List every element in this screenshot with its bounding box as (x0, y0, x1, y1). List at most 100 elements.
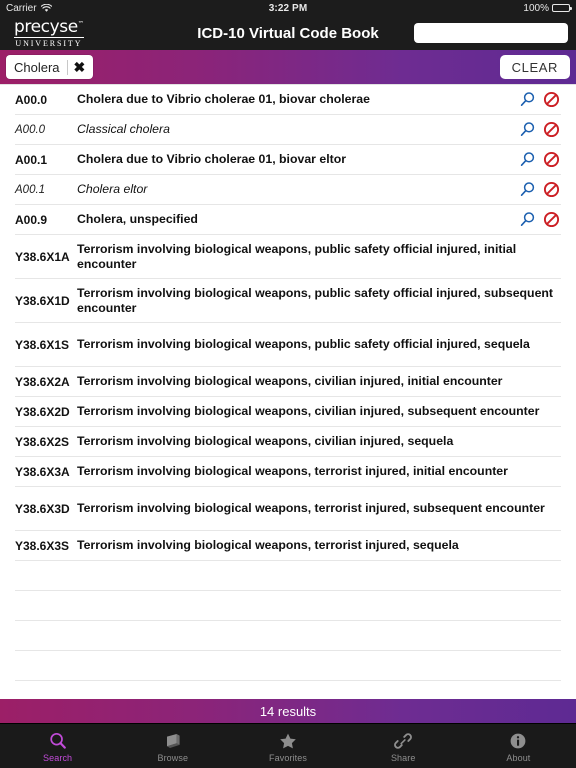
magnifier-icon[interactable] (517, 210, 537, 230)
tab-bar: Search Browse Favorites Share About (0, 723, 576, 768)
row-description: Terrorism involving biological weapons, … (77, 434, 454, 449)
row-description: Terrorism involving biological weapons, … (77, 337, 530, 352)
carrier-label: Carrier (6, 2, 37, 14)
table-row-empty (15, 681, 561, 699)
row-description: Terrorism involving biological weapons, … (77, 374, 503, 389)
status-bar-clock: 3:22 PM (268, 2, 308, 14)
table-row[interactable]: Y38.6X2A Terrorism involving biological w… (15, 367, 561, 397)
table-row[interactable]: A00.9 Cholera, unspecified (15, 205, 561, 235)
row-description: Classical cholera (77, 122, 170, 137)
status-bar-left: Carrier (6, 3, 52, 14)
precyse-university-logo: precyse™ UNIVERSITY (14, 16, 84, 48)
tab-label: About (506, 752, 531, 763)
results-count-bar: 14 results (0, 699, 576, 723)
row-description: Terrorism involving biological weapons, … (77, 464, 508, 479)
search-token-cholera[interactable]: Cholera ✖ (6, 55, 94, 79)
clear-button[interactable]: CLEAR (499, 55, 570, 79)
logo-subtitle: UNIVERSITY (15, 38, 83, 48)
row-code: Y38.6X2A (15, 374, 70, 389)
tab-label: Search (43, 752, 73, 763)
tab-label: Browse (157, 752, 189, 763)
results-count-label: 14 results (259, 703, 317, 719)
status-bar-right: 100% (523, 2, 572, 14)
table-row[interactable]: A00.1 Cholera due to Vibrio cholerae 01, … (15, 145, 561, 175)
row-code: Y38.6X3D (15, 501, 70, 516)
tab-about[interactable]: About (461, 724, 576, 768)
table-row[interactable]: Y38.6X1A Terrorism involving biological w… (15, 235, 561, 279)
prohibited-icon[interactable] (541, 180, 561, 200)
table-row[interactable]: A00.0 Classical cholera (15, 115, 561, 145)
search-input[interactable] (414, 23, 568, 43)
row-description: Terrorism involving biological weapons, … (77, 404, 540, 419)
ios-status-bar: Carrier 3:22 PM 100% (0, 0, 576, 16)
row-actions (517, 90, 561, 110)
table-row[interactable]: Y38.6X2D Terrorism involving biological w… (15, 397, 561, 427)
row-actions (517, 120, 561, 140)
row-code: Y38.6X2D (15, 404, 70, 419)
row-code: A00.0 (15, 92, 48, 107)
nav-bar: precyse™ UNIVERSITY ICD-10 Virtual Code … (0, 16, 576, 50)
tab-favorites[interactable]: Favorites (230, 724, 345, 768)
row-code: Y38.6X1D (15, 293, 70, 308)
row-actions (517, 150, 561, 170)
row-code: A00.1 (15, 152, 48, 167)
row-code: Y38.6X1S (15, 337, 70, 352)
row-description: Terrorism involving biological weapons, … (77, 242, 517, 271)
row-actions (517, 180, 561, 200)
prohibited-icon[interactable] (541, 150, 561, 170)
table-row-empty (15, 561, 561, 591)
tab-share[interactable]: Share (346, 724, 461, 768)
row-description: Terrorism involving biological weapons, … (77, 501, 545, 516)
row-description: Cholera due to Vibrio cholerae 01, biova… (77, 92, 370, 107)
table-row-empty (15, 621, 561, 651)
trademark-icon: ™ (77, 19, 84, 27)
star-icon (278, 730, 298, 752)
table-row[interactable]: Y38.6X1D Terrorism involving biological w… (15, 279, 561, 323)
table-row[interactable]: Y38.6X3D Terrorism involving biological w… (15, 487, 561, 531)
magnifier-icon[interactable] (517, 150, 537, 170)
table-row-empty (15, 591, 561, 621)
magnifier-icon[interactable] (517, 120, 537, 140)
tab-search[interactable]: Search (0, 724, 115, 768)
magnifier-icon[interactable] (517, 180, 537, 200)
tab-label: Favorites (269, 752, 307, 763)
table-row[interactable]: Y38.6X3A Terrorism involving biological w… (15, 457, 561, 487)
row-code: Y38.6X3A (15, 464, 70, 479)
search-token-bar: Cholera ✖ CLEAR (0, 50, 576, 84)
row-description: Cholera due to Vibrio cholerae 01, biova… (77, 152, 347, 167)
row-code: Y38.6X1A (15, 249, 70, 264)
book-icon (163, 730, 183, 752)
table-row-empty (15, 651, 561, 681)
logo-wordmark: precyse™ (14, 16, 84, 38)
battery-percent-label: 100% (523, 2, 549, 14)
row-actions (517, 210, 561, 230)
row-description: Terrorism involving biological weapons, … (77, 286, 554, 315)
prohibited-icon[interactable] (541, 210, 561, 230)
table-row[interactable]: A00.1 Cholera eltor (15, 175, 561, 205)
table-row[interactable]: Y38.6X3S Terrorism involving biological w… (15, 531, 561, 561)
tab-browse[interactable]: Browse (115, 724, 230, 768)
info-icon (508, 730, 528, 752)
row-code: A00.9 (15, 212, 48, 227)
row-code: A00.1 (15, 183, 46, 196)
magnifier-icon (48, 730, 68, 752)
logo-wordmark-text: precyse (14, 16, 78, 37)
prohibited-icon[interactable] (541, 120, 561, 140)
results-list[interactable]: A00.0 Cholera due to Vibrio cholerae 01, … (0, 84, 576, 699)
row-code: A00.0 (15, 123, 46, 136)
row-description: Cholera, unspecified (77, 212, 198, 227)
prohibited-icon[interactable] (541, 90, 561, 110)
close-x-icon[interactable]: ✖ (68, 60, 88, 74)
link-icon (393, 730, 413, 752)
row-code: Y38.6X3S (15, 538, 70, 553)
battery-full-icon (552, 4, 572, 12)
table-row[interactable]: Y38.6X2S Terrorism involving biological w… (15, 427, 561, 457)
table-row[interactable]: Y38.6X1S Terrorism involving biological w… (15, 323, 561, 367)
row-description: Terrorism involving biological weapons, … (77, 538, 459, 553)
row-code: Y38.6X2S (15, 434, 70, 449)
app-root: Carrier 3:22 PM 100% precyse™ UNIVERSITY… (0, 0, 576, 768)
magnifier-icon[interactable] (517, 90, 537, 110)
search-token-label: Cholera (14, 59, 60, 75)
row-description: Cholera eltor (77, 182, 148, 197)
table-row[interactable]: A00.0 Cholera due to Vibrio cholerae 01, … (15, 85, 561, 115)
